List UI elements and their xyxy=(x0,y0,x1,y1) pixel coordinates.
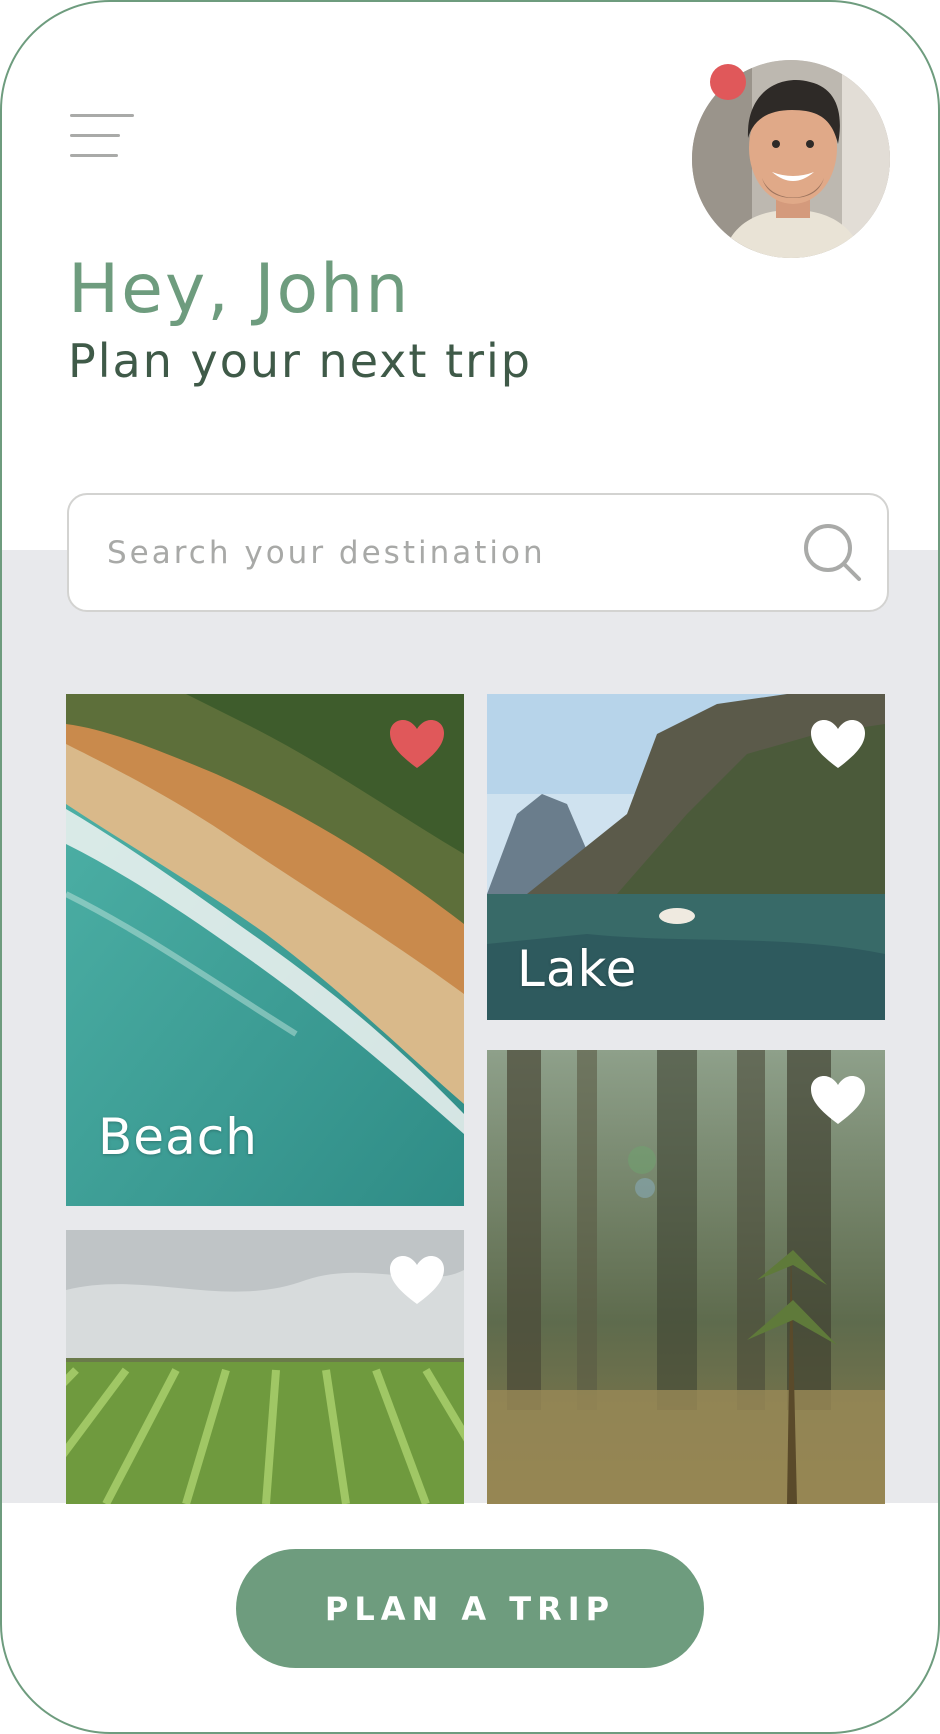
search-icon[interactable] xyxy=(801,521,865,585)
destination-card-beach[interactable]: Beach xyxy=(66,694,464,1206)
phone-frame: Hey, John Plan your next trip Search you… xyxy=(0,0,940,1734)
destination-label: Lake xyxy=(517,940,638,998)
favorite-heart-icon[interactable] xyxy=(388,718,446,770)
greeting-title: Hey, John xyxy=(68,250,411,329)
favorite-heart-icon[interactable] xyxy=(809,718,867,770)
page-subtitle: Plan your next trip xyxy=(68,334,532,388)
search-input[interactable] xyxy=(107,523,747,583)
favorite-heart-icon[interactable] xyxy=(388,1254,446,1306)
notification-badge xyxy=(710,64,746,100)
destination-card-forest[interactable] xyxy=(487,1050,885,1504)
destination-card-lake[interactable]: Lake xyxy=(487,694,885,1020)
search-bar xyxy=(67,493,889,612)
hamburger-menu-icon[interactable] xyxy=(70,114,134,160)
destination-label: Beach xyxy=(98,1108,258,1166)
destination-card-field[interactable] xyxy=(66,1230,464,1504)
favorite-heart-icon[interactable] xyxy=(809,1074,867,1126)
plan-trip-button[interactable]: PLAN A TRIP xyxy=(236,1549,704,1668)
